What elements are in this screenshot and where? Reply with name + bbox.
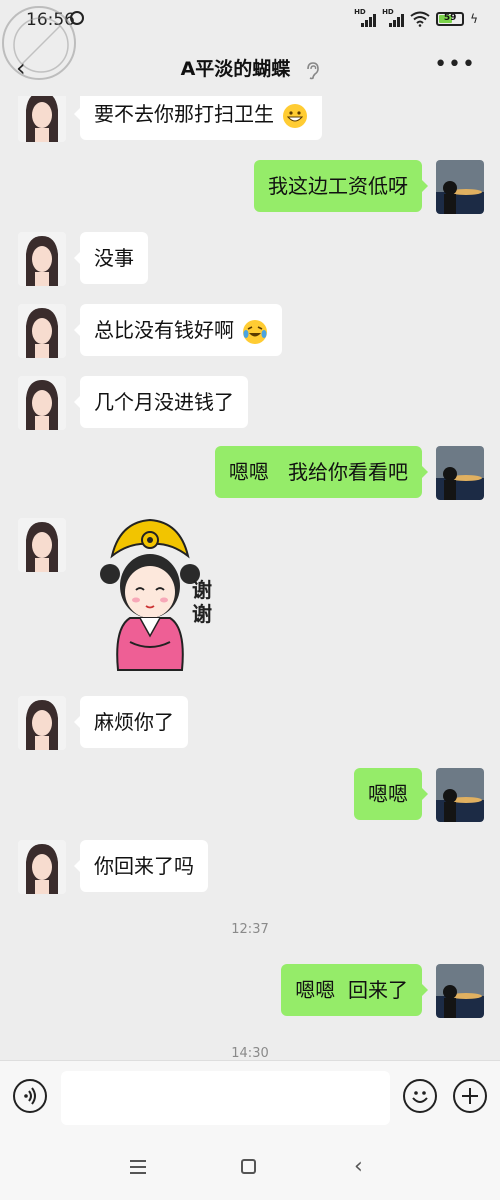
- message-text: 麻烦你了: [94, 710, 174, 734]
- message-text: 你回来了吗: [94, 854, 194, 878]
- message-text: 我这边工资低呀: [268, 174, 408, 198]
- charging-icon: ϟ: [470, 12, 478, 26]
- wifi-icon: [410, 11, 430, 27]
- ear-icon: [307, 61, 320, 79]
- battery-icon: 59: [436, 12, 465, 26]
- message-row: 嗯嗯 回来了: [0, 964, 500, 1020]
- message-bubble[interactable]: 麻烦你了: [74, 696, 188, 748]
- emoji-icon[interactable]: [403, 1079, 437, 1113]
- message-row: 几个月没进钱了: [0, 376, 500, 432]
- message-bubble[interactable]: 几个月没进钱了: [74, 376, 248, 428]
- contact-avatar[interactable]: [18, 518, 66, 572]
- voice-icon[interactable]: [13, 1079, 47, 1113]
- message-bubble[interactable]: 你回来了吗: [74, 840, 208, 892]
- chat-title: A平淡的蝴蝶: [180, 58, 291, 80]
- back-icon[interactable]: ‹: [354, 1154, 363, 1179]
- thank-you-princess-sticker[interactable]: 谢谢: [100, 518, 220, 678]
- message-row: 谢谢: [0, 518, 500, 678]
- message-text: 嗯嗯: [368, 782, 408, 806]
- my-avatar[interactable]: [436, 964, 484, 1018]
- message-text: 嗯嗯 我给你看看吧: [228, 460, 408, 484]
- contact-avatar[interactable]: [18, 376, 66, 430]
- message-bubble[interactable]: 嗯嗯 我给你看看吧: [214, 446, 429, 498]
- signal-icon: HD: [382, 8, 405, 28]
- message-bubble[interactable]: 嗯嗯: [354, 768, 428, 820]
- message-row: 你回来了吗: [0, 840, 500, 896]
- contact-avatar[interactable]: [18, 232, 66, 286]
- menu-icon[interactable]: [130, 1160, 146, 1178]
- message-row: 要不去你那打扫卫生: [0, 96, 500, 148]
- message-bubble[interactable]: 我这边工资低呀: [254, 160, 428, 212]
- message-text: 没事: [94, 246, 134, 270]
- contact-avatar[interactable]: [18, 96, 66, 142]
- battery-level: 59: [443, 13, 457, 23]
- my-avatar[interactable]: [436, 446, 484, 500]
- message-row: 嗯嗯: [0, 768, 500, 824]
- more-icon[interactable]: •••: [434, 52, 476, 77]
- contact-avatar[interactable]: [18, 304, 66, 358]
- contact-avatar[interactable]: [18, 696, 66, 750]
- system-nav-bar: ‹: [0, 1138, 500, 1200]
- message-text: 总比没有钱好啊: [94, 318, 234, 342]
- message-row: 嗯嗯 我给你看看吧: [0, 446, 500, 502]
- message-bubble[interactable]: 嗯嗯 回来了: [281, 964, 428, 1016]
- timestamp: 12:37: [231, 922, 269, 937]
- plus-icon[interactable]: [453, 1079, 487, 1113]
- contact-avatar[interactable]: [18, 840, 66, 894]
- message-input[interactable]: [61, 1071, 390, 1125]
- message-bubble[interactable]: 要不去你那打扫卫生: [73, 96, 323, 140]
- input-bar: [0, 1060, 500, 1139]
- message-text: 几个月没进钱了: [94, 390, 234, 414]
- my-avatar[interactable]: [436, 768, 484, 822]
- message-row: 麻烦你了: [0, 696, 500, 752]
- message-row: 我这边工资低呀: [0, 160, 500, 216]
- grinning-face-emoji: [283, 103, 308, 128]
- chat-area: 要不去你那打扫卫生 我这边工资低呀 没事 总比没有钱好啊 几个月没进钱了 嗯嗯 …: [0, 96, 500, 1060]
- crying-laughing-emoji: [243, 319, 268, 344]
- message-row: 没事: [0, 232, 500, 288]
- signal-icon: HD: [354, 8, 377, 28]
- message-row: 总比没有钱好啊: [0, 304, 500, 360]
- message-bubble[interactable]: 总比没有钱好啊: [73, 304, 283, 356]
- home-icon[interactable]: [241, 1159, 256, 1174]
- message-bubble[interactable]: 没事: [74, 232, 148, 284]
- status-icons: HD HD 59 ϟ: [354, 8, 478, 28]
- message-text: 要不去你那打扫卫生: [94, 102, 274, 126]
- message-text: 嗯嗯 回来了: [295, 978, 408, 1002]
- chat-header: ‹ A平淡的蝴蝶 •••: [0, 40, 500, 96]
- timestamp: 14:30: [231, 1046, 269, 1060]
- my-avatar[interactable]: [436, 160, 484, 214]
- sticker-text: 谢谢: [192, 578, 212, 626]
